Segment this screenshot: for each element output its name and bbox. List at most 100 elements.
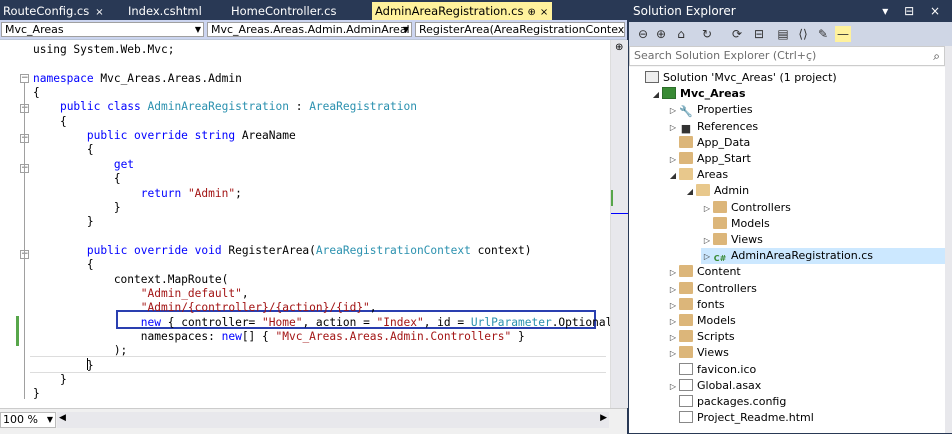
- expander-icon[interactable]: ▷: [667, 298, 679, 314]
- expander-icon[interactable]: ▷: [667, 152, 679, 168]
- code-token: {: [33, 114, 67, 128]
- folder-icon: [713, 216, 727, 229]
- solution-explorer-search[interactable]: Search Solution Explorer (Ctrl+ç) ⌕: [629, 46, 945, 66]
- document-tabs: RouteConfig.cs × Index.cshtml HomeControl…: [0, 0, 627, 20]
- tree-node[interactable]: ▷ C# AdminAreaRegistration.cs: [701, 248, 945, 265]
- code-line: }: [33, 358, 94, 373]
- vertical-scrollbar[interactable]: ⊕: [610, 40, 628, 408]
- code-token: {: [33, 143, 94, 157]
- tab-homecontroller[interactable]: HomeController.cs: [228, 2, 368, 20]
- file-icon: [679, 411, 693, 424]
- wrench-icon: 🔧: [679, 105, 693, 119]
- tree-node[interactable]: favicon.ico: [667, 362, 756, 378]
- expander-icon[interactable]: ▷: [667, 379, 679, 395]
- properties-icon[interactable]: ✎: [815, 26, 831, 42]
- preview-icon[interactable]: —: [835, 26, 851, 42]
- horizontal-scrollbar[interactable]: ◀ ▶: [57, 412, 609, 428]
- expander-icon[interactable]: ▷: [667, 346, 679, 362]
- tree-node[interactable]: ◢ Areas: [667, 167, 728, 183]
- code-token: public override string: [86, 129, 242, 143]
- expander-icon[interactable]: ▷: [701, 201, 713, 217]
- tree-node[interactable]: ▷ Controllers: [701, 200, 791, 216]
- tree-node[interactable]: Project_Readme.html: [667, 410, 814, 426]
- expander-icon[interactable]: ◢: [667, 168, 679, 184]
- tab-index[interactable]: Index.cshtml: [125, 2, 225, 20]
- code-token: }: [511, 330, 525, 343]
- tree-node[interactable]: ▷ Scripts: [667, 329, 735, 345]
- scroll-left-icon[interactable]: ◀: [59, 413, 66, 423]
- refresh-icon[interactable]: ⟳: [729, 26, 745, 42]
- expander-icon[interactable]: ▷: [667, 120, 679, 136]
- collapse-icon[interactable]: ⊟: [751, 26, 767, 42]
- tab-adminarearegistration[interactable]: AdminAreaRegistration.cs ⊕ ×: [372, 2, 552, 20]
- tree-node-label: favicon.ico: [697, 362, 757, 376]
- zoom-dropdown[interactable]: 100 % ▼: [0, 412, 56, 428]
- project-dropdown[interactable]: Mvc_Areas ▼: [1, 22, 204, 37]
- expander-icon[interactable]: ▷: [667, 282, 679, 298]
- code-token: ,: [241, 286, 249, 300]
- show-all-icon[interactable]: ▤: [775, 26, 791, 42]
- home-icon[interactable]: ⌂: [673, 26, 689, 42]
- code-text-area[interactable]: − − − − − using System.Web.Mvc;namespace…: [0, 40, 610, 408]
- tree-node-label: Models: [731, 216, 770, 230]
- folder-icon: [679, 265, 693, 278]
- back-icon[interactable]: ⊖: [635, 26, 651, 42]
- code-token: );: [33, 344, 128, 358]
- tree-node[interactable]: ▷ Controllers: [667, 281, 757, 297]
- tree-node[interactable]: ▷ App_Start: [667, 151, 751, 167]
- tree-node[interactable]: ▷ Models: [667, 313, 736, 329]
- expander-icon[interactable]: ▷: [701, 233, 713, 249]
- tree-node[interactable]: Models: [701, 216, 770, 232]
- code-token: }: [33, 200, 121, 214]
- tree-node-label: References: [697, 119, 759, 133]
- code-line: {: [33, 171, 121, 186]
- tree-node[interactable]: ▷ Views: [667, 345, 729, 361]
- folder-icon: [679, 152, 693, 164]
- code-token: :: [288, 100, 310, 114]
- code-line: {: [33, 142, 94, 157]
- tree-node-label: Global.asax: [697, 378, 762, 392]
- class-dropdown[interactable]: Mvc_Areas.Areas.Admin.AdminAreal ▼: [207, 22, 412, 37]
- tree-node[interactable]: ▷ 🔧 Properties: [667, 102, 753, 118]
- tree-node[interactable]: ▷ Content: [667, 264, 741, 280]
- expander-icon[interactable]: ▷: [667, 265, 679, 281]
- tree-node-label: Controllers: [697, 281, 757, 295]
- expander-icon[interactable]: ▷: [667, 330, 679, 346]
- solution-icon: [645, 71, 659, 83]
- forward-icon[interactable]: ⊕: [653, 26, 669, 42]
- tree-node[interactable]: ▷ ■ References: [667, 119, 758, 135]
- solution-explorer-scrollbar[interactable]: [945, 46, 952, 433]
- member-dropdown[interactable]: RegisterArea(AreaRegistrationContex: [415, 22, 625, 37]
- sync-icon[interactable]: ↻: [699, 26, 715, 42]
- folder-icon: [679, 297, 693, 310]
- tab-label: AdminAreaRegistration.cs: [375, 4, 524, 18]
- tree-node[interactable]: packages.config: [667, 394, 786, 410]
- expander-icon[interactable]: ◢: [684, 184, 696, 200]
- expander-icon[interactable]: ▷: [667, 314, 679, 330]
- tree-node[interactable]: ▷ Views: [701, 232, 763, 248]
- code-editor-pane: RouteConfig.cs × Index.cshtml HomeControl…: [0, 0, 628, 434]
- expander-icon[interactable]: ▷: [701, 249, 713, 265]
- tree-node[interactable]: ◢ Admin: [684, 183, 749, 199]
- tree-node[interactable]: ▷ Global.asax: [667, 378, 761, 394]
- collapse-icon[interactable]: −: [20, 74, 29, 83]
- window-controls[interactable]: ▾ ⊟ ×: [882, 0, 946, 22]
- code-token: return: [140, 186, 188, 200]
- tab-routeconfig[interactable]: RouteConfig.cs ×: [0, 2, 120, 20]
- solution-explorer-toolbar: ⊖ ⊕ ⌂ ↻ ⟳ ⊟ ▤ ⟨⟩ ✎ —: [629, 22, 952, 46]
- expander-icon[interactable]: ▷: [667, 103, 679, 119]
- code-icon[interactable]: ⟨⟩: [795, 26, 811, 42]
- tree-node[interactable]: ◢ Mvc_Areas: [650, 86, 746, 102]
- tree-node-label: Areas: [697, 168, 729, 182]
- expander-icon[interactable]: ◢: [650, 87, 662, 103]
- tree-node-label: Views: [731, 233, 763, 246]
- search-icon[interactable]: ⌕: [933, 47, 940, 65]
- tree-node[interactable]: App_Data: [667, 135, 750, 151]
- tree-node[interactable]: Solution 'Mvc_Areas' (1 project): [633, 70, 837, 86]
- split-icon[interactable]: ⊕: [615, 42, 623, 53]
- tree-node[interactable]: ▷ fonts: [667, 297, 725, 313]
- solution-explorer-pane: Solution Explorer ▾ ⊟ × ⊖ ⊕ ⌂ ↻ ⟳ ⊟ ▤ ⟨⟩…: [629, 0, 952, 433]
- scroll-right-icon[interactable]: ▶: [600, 413, 607, 423]
- references-icon: ■: [680, 121, 692, 135]
